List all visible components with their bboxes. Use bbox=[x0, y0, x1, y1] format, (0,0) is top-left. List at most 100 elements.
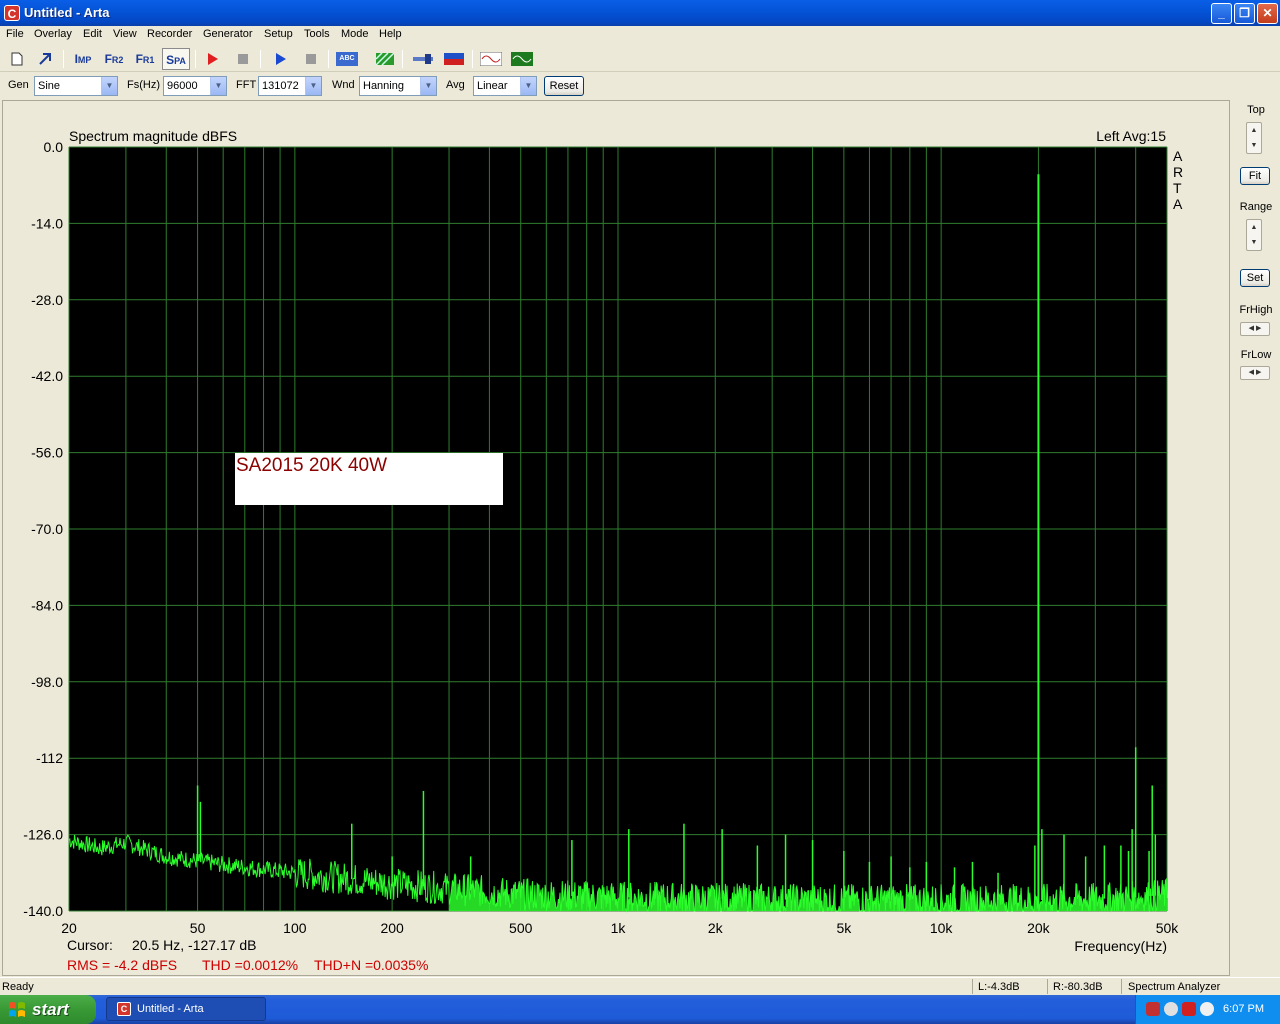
y-tick-label: -126.0 bbox=[23, 827, 63, 843]
fft-label: FFT bbox=[236, 79, 257, 91]
volume-icon[interactable] bbox=[1164, 1002, 1178, 1016]
menu-file[interactable]: File bbox=[6, 28, 24, 40]
gen-value: Sine bbox=[38, 80, 61, 92]
green-pattern-icon[interactable] bbox=[372, 48, 398, 70]
fs-value: 96000 bbox=[167, 80, 198, 92]
title-bar: C Untitled - Arta _ ❐ ✕ bbox=[0, 0, 1280, 26]
menu-overlay[interactable]: Overlay bbox=[34, 28, 72, 40]
menu-help[interactable]: Help bbox=[379, 28, 402, 40]
fs-select[interactable]: 96000 ▼ bbox=[163, 76, 227, 96]
fr2-mode-button[interactable]: FR2 bbox=[101, 48, 127, 70]
wnd-label: Wnd bbox=[332, 79, 355, 91]
avg-select[interactable]: Linear ▼ bbox=[473, 76, 537, 96]
set-button[interactable]: Set bbox=[1240, 269, 1270, 287]
x-tick-label: 50 bbox=[190, 920, 206, 936]
y-tick-label: -140.0 bbox=[23, 903, 63, 919]
oscilloscope-icon[interactable] bbox=[478, 48, 504, 70]
restore-button[interactable]: ❐ bbox=[1234, 3, 1255, 24]
wnd-value: Hanning bbox=[363, 80, 404, 92]
x-tick-label: 200 bbox=[380, 920, 404, 936]
chevron-up-icon[interactable]: ▲ bbox=[1247, 220, 1261, 235]
fit-button[interactable]: Fit bbox=[1240, 167, 1270, 185]
menu-generator[interactable]: Generator bbox=[203, 28, 253, 40]
y-tick-label: -28.0 bbox=[31, 292, 63, 308]
cursor-value: 20.5 Hz, -127.17 dB bbox=[132, 937, 257, 953]
spectrum-chart[interactable]: 0.0 -14.0 -28.0 -42.0 -56.0 -70.0 -84.0 -98.0 -1… bbox=[3, 101, 1231, 977]
thd-readout: THD =0.0012% bbox=[202, 957, 298, 973]
security-shield-icon[interactable] bbox=[1182, 1002, 1196, 1016]
record-stop-icon[interactable] bbox=[230, 48, 256, 70]
frlow-spinner[interactable]: ◀ ▶ bbox=[1240, 366, 1270, 380]
scope-green-icon[interactable] bbox=[509, 48, 535, 70]
top-label: Top bbox=[1247, 104, 1265, 116]
range-spinner[interactable]: ▲ ▼ bbox=[1246, 219, 1262, 251]
menu-mode[interactable]: Mode bbox=[341, 28, 369, 40]
frhigh-label: FrHigh bbox=[1239, 304, 1273, 316]
y-tick-label: -84.0 bbox=[31, 597, 63, 613]
start-button[interactable]: start bbox=[0, 995, 96, 1024]
new-file-icon[interactable] bbox=[4, 48, 30, 70]
x-tick-label: 10k bbox=[930, 920, 954, 936]
chevron-down-icon[interactable]: ▼ bbox=[1247, 138, 1261, 153]
menu-edit[interactable]: Edit bbox=[83, 28, 102, 40]
menu-setup[interactable]: Setup bbox=[264, 28, 293, 40]
right-level: R:-80.3dB bbox=[1053, 981, 1103, 993]
chevron-down-icon: ▼ bbox=[305, 77, 321, 95]
imp-mode-button[interactable]: IMP bbox=[70, 48, 96, 70]
close-button[interactable]: ✕ bbox=[1257, 3, 1278, 24]
network-icon[interactable] bbox=[1146, 1002, 1160, 1016]
gen-select[interactable]: Sine ▼ bbox=[34, 76, 118, 96]
slider-icon[interactable] bbox=[410, 48, 436, 70]
fft-select[interactable]: 131072 ▼ bbox=[258, 76, 322, 96]
taskbar-item-arta[interactable]: C Untitled - Arta bbox=[106, 997, 266, 1021]
rms-readout: RMS = -4.2 dBFS bbox=[67, 957, 177, 973]
menu-recorder[interactable]: Recorder bbox=[147, 28, 192, 40]
open-arrow-icon[interactable] bbox=[32, 48, 58, 70]
arta-letter-t: T bbox=[1173, 180, 1182, 196]
fr1-mode-button[interactable]: FR1 bbox=[132, 48, 158, 70]
channel-info: Left Avg:15 bbox=[1096, 128, 1166, 144]
x-tick-label: 2k bbox=[708, 920, 724, 936]
y-tick-label: -56.0 bbox=[31, 445, 63, 461]
frhigh-spinner[interactable]: ◀ ▶ bbox=[1240, 322, 1270, 336]
x-tick-label: 500 bbox=[509, 920, 533, 936]
y-tick-label: -70.0 bbox=[31, 521, 63, 537]
menu-view[interactable]: View bbox=[113, 28, 137, 40]
arta-icon[interactable]: C bbox=[4, 5, 20, 21]
plot-panel: 0.0 -14.0 -28.0 -42.0 -56.0 -70.0 -84.0 -98.0 -1… bbox=[2, 100, 1230, 976]
menu-tools[interactable]: Tools bbox=[304, 28, 330, 40]
generator-play-icon[interactable] bbox=[268, 48, 294, 70]
generator-stop-icon[interactable] bbox=[298, 48, 324, 70]
reset-button[interactable]: Reset bbox=[544, 76, 584, 96]
y-tick-label: -112 bbox=[36, 750, 63, 766]
y-tick-label: -42.0 bbox=[31, 368, 63, 384]
chevron-down-icon: ▼ bbox=[520, 77, 536, 95]
antivirus-icon[interactable] bbox=[1200, 1002, 1214, 1016]
chevron-down-icon: ▼ bbox=[210, 77, 226, 95]
taskbar: start C Untitled - Arta 6:07 PM bbox=[0, 995, 1280, 1024]
chevron-up-icon[interactable]: ▲ bbox=[1247, 123, 1261, 138]
left-level: L:-4.3dB bbox=[978, 981, 1020, 993]
gen-label: Gen bbox=[8, 79, 29, 91]
record-play-icon[interactable] bbox=[200, 48, 226, 70]
top-spinner[interactable]: ▲ ▼ bbox=[1246, 122, 1262, 154]
x-tick-label: 50k bbox=[1156, 920, 1180, 936]
control-bar: Gen Sine ▼ Fs(Hz) 96000 ▼ FFT 131072 ▼ Wnd … bbox=[0, 73, 1280, 99]
spa-mode-button[interactable]: SPA bbox=[162, 48, 190, 70]
level-meter-icon[interactable] bbox=[441, 48, 467, 70]
y-tick-label: -14.0 bbox=[31, 215, 63, 231]
abc-calibrate-button[interactable]: ABC bbox=[336, 48, 362, 70]
menu-bar: File Overlay Edit View Recorder Generato… bbox=[0, 26, 1280, 44]
chevron-down-icon[interactable]: ▼ bbox=[1247, 235, 1261, 250]
plot-title: Spectrum magnitude dBFS bbox=[69, 128, 237, 144]
window-title: Untitled - Arta bbox=[24, 5, 110, 20]
fft-value: 131072 bbox=[262, 80, 299, 92]
range-label: Range bbox=[1239, 201, 1273, 213]
wnd-select[interactable]: Hanning ▼ bbox=[359, 76, 437, 96]
right-control-panel: Top ▲ ▼ Fit Range ▲ ▼ Set FrHigh ◀ ▶ FrLow… bbox=[1232, 100, 1280, 976]
thdn-readout: THD+N =0.0035% bbox=[314, 957, 428, 973]
windows-flag-icon bbox=[9, 1002, 25, 1017]
chevron-down-icon: ▼ bbox=[101, 77, 117, 95]
y-tick-label: -98.0 bbox=[31, 674, 63, 690]
minimize-button[interactable]: _ bbox=[1211, 3, 1232, 24]
